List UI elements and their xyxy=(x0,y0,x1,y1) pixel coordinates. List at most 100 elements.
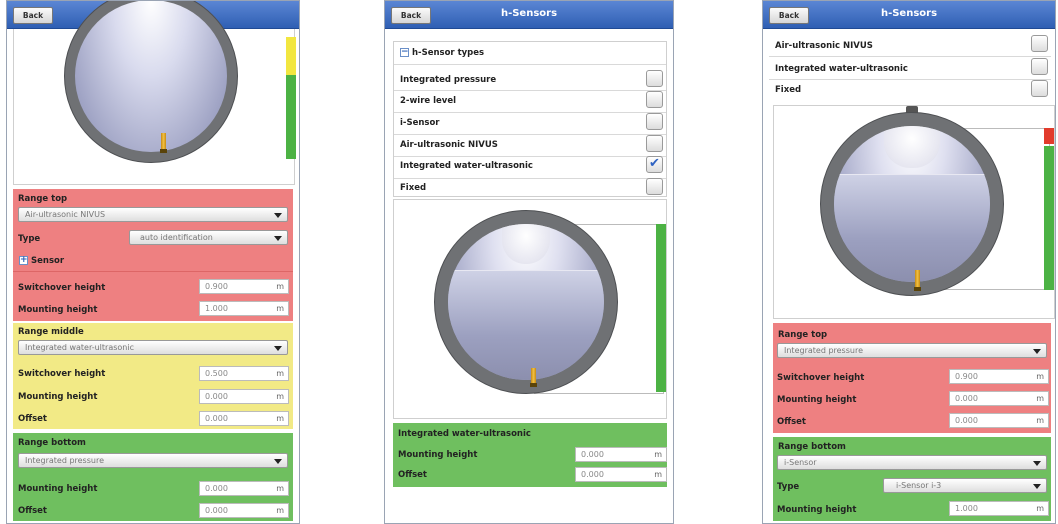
level-bar-yellow xyxy=(286,37,296,75)
mounting-input[interactable]: 0.000 m xyxy=(199,389,289,404)
types-header[interactable]: h-Sensor types xyxy=(412,48,484,58)
mounting-label: Mounting height xyxy=(18,484,98,494)
checkbox-integrated-water-ultrasonic[interactable] xyxy=(1031,58,1048,75)
checkbox-air-ultrasonic[interactable] xyxy=(1031,35,1048,52)
unit-label: m xyxy=(1036,504,1044,513)
section-title: Range top xyxy=(18,194,68,204)
pipe-visualization xyxy=(773,105,1055,319)
type-label-i-sensor: i-Sensor xyxy=(400,118,440,128)
offset-input[interactable]: 0.000 m xyxy=(199,411,289,426)
input-value: 0.000 xyxy=(205,414,228,423)
input-value: 0.000 xyxy=(955,394,978,403)
sensor-types-panel: − h-Sensor types Integrated pressure 2-w… xyxy=(393,41,667,197)
unit-label: m xyxy=(276,304,284,313)
chevron-down-icon xyxy=(274,459,282,464)
chevron-down-icon xyxy=(274,346,282,351)
select-value: Integrated pressure xyxy=(25,456,104,465)
mounting-input[interactable]: 0.000 m xyxy=(949,391,1049,406)
switchover-input[interactable]: 0.500 m xyxy=(199,366,289,381)
switchover-label: Switchover height xyxy=(777,373,865,383)
range-top-section: Range top Air-ultrasonic NIVUS Type auto… xyxy=(13,189,293,321)
pipe-visualization xyxy=(13,1,296,185)
type-label-air-ultrasonic: Air-ultrasonic NIVUS xyxy=(400,140,498,150)
level-bar-green xyxy=(286,75,296,159)
sensor-select[interactable]: Integrated pressure xyxy=(18,453,288,468)
range-bottom-section: Range bottom Integrated pressure Mountin… xyxy=(13,433,293,521)
input-value: 0.000 xyxy=(955,416,978,425)
select-value: i-Sensor xyxy=(784,458,817,467)
unit-label: m xyxy=(276,392,284,401)
pipe-visualization xyxy=(393,199,667,419)
offset-input[interactable]: 0.000 m xyxy=(199,503,289,518)
section-title: Range bottom xyxy=(778,442,846,452)
select-value: Air-ultrasonic NIVUS xyxy=(25,210,106,219)
type-select[interactable]: auto identification xyxy=(129,230,288,245)
mounting-label: Mounting height xyxy=(18,305,98,315)
unit-label: m xyxy=(276,282,284,291)
sensor-select[interactable]: Air-ultrasonic NIVUS xyxy=(18,207,288,222)
type-label: Type xyxy=(777,482,800,492)
range-top-section: Range top Integrated pressure Switchover… xyxy=(773,323,1051,433)
input-value: 0.500 xyxy=(205,369,228,378)
checkbox-fixed[interactable] xyxy=(646,178,663,195)
checkbox-2-wire-level[interactable] xyxy=(646,91,663,108)
chevron-down-icon xyxy=(1033,484,1041,489)
checkbox-fixed[interactable] xyxy=(1031,80,1048,97)
sensor-select[interactable]: i-Sensor xyxy=(777,455,1047,470)
switchover-input[interactable]: 0.900 m xyxy=(949,369,1049,384)
unit-label: m xyxy=(1036,416,1044,425)
unit-label: m xyxy=(1036,372,1044,381)
screen-range-isensor: Back h-Sensors Air-ultrasonic NIVUS Inte… xyxy=(762,0,1056,524)
section-title: Range top xyxy=(778,330,828,340)
input-value: 0.000 xyxy=(205,484,228,493)
switchover-label: Switchover height xyxy=(18,283,106,293)
level-bar-red xyxy=(1044,128,1054,144)
checkmark-icon: ✔ xyxy=(649,156,660,171)
type-label-integrated-pressure: Integrated pressure xyxy=(400,75,497,85)
screen-range-config: Back h-Sensors Range top Air-ultrasonic … xyxy=(6,0,300,524)
unit-label: m xyxy=(654,470,662,479)
sensor-select[interactable]: Integrated pressure xyxy=(777,343,1047,358)
unit-label: m xyxy=(1036,394,1044,403)
select-value: Integrated water-ultrasonic xyxy=(25,343,134,352)
level-bar-green xyxy=(656,224,666,392)
pipe-cross-section xyxy=(434,210,618,394)
unit-label: m xyxy=(276,369,284,378)
range-bottom-section: Range bottom i-Sensor Type i-Sensor i-3 … xyxy=(773,437,1051,521)
checkbox-integrated-pressure[interactable] xyxy=(646,70,663,87)
offset-label: Offset xyxy=(777,417,806,427)
select-value: i-Sensor i-3 xyxy=(896,481,942,490)
checkbox-i-sensor[interactable] xyxy=(646,113,663,130)
type-label-2-wire-level: 2-wire level xyxy=(400,96,457,106)
offset-label: Offset xyxy=(18,506,47,516)
mounting-input[interactable]: 0.000 m xyxy=(199,481,289,496)
mounting-input[interactable]: 1.000 m xyxy=(949,501,1049,516)
mounting-input[interactable]: 0.000 m xyxy=(575,447,667,462)
page-title: h-Sensors xyxy=(500,8,558,19)
chevron-down-icon xyxy=(274,236,282,241)
type-label-air-ultrasonic: Air-ultrasonic NIVUS xyxy=(775,41,873,51)
type-label: Type xyxy=(18,234,41,244)
chevron-down-icon xyxy=(1033,461,1041,466)
page-title: h-Sensors xyxy=(880,8,938,19)
mounting-label: Mounting height xyxy=(777,395,857,405)
unit-label: m xyxy=(276,506,284,515)
screen-sensor-types: Back h-Sensors − h-Sensor types Integrat… xyxy=(384,0,674,524)
chevron-down-icon xyxy=(1033,349,1041,354)
input-value: 1.000 xyxy=(205,304,228,313)
mounting-input[interactable]: 1.000 m xyxy=(199,301,289,316)
expand-plus-icon[interactable]: + xyxy=(19,256,28,265)
section-title: Integrated water-ultrasonic xyxy=(398,429,531,439)
sensor-expander-label[interactable]: Sensor xyxy=(31,256,64,266)
sensor-icon xyxy=(161,133,166,149)
checkbox-integrated-water-ultrasonic[interactable]: ✔ xyxy=(646,156,663,173)
switchover-input[interactable]: 0.900 m xyxy=(199,279,289,294)
offset-label: Offset xyxy=(398,470,427,480)
type-select[interactable]: i-Sensor i-3 xyxy=(883,478,1047,493)
select-value: auto identification xyxy=(140,233,213,242)
checkbox-air-ultrasonic[interactable] xyxy=(646,135,663,152)
sensor-select[interactable]: Integrated water-ultrasonic xyxy=(18,340,288,355)
collapse-minus-icon[interactable]: − xyxy=(400,48,409,57)
offset-input[interactable]: 0.000 m xyxy=(949,413,1049,428)
offset-input[interactable]: 0.000 m xyxy=(575,467,667,482)
